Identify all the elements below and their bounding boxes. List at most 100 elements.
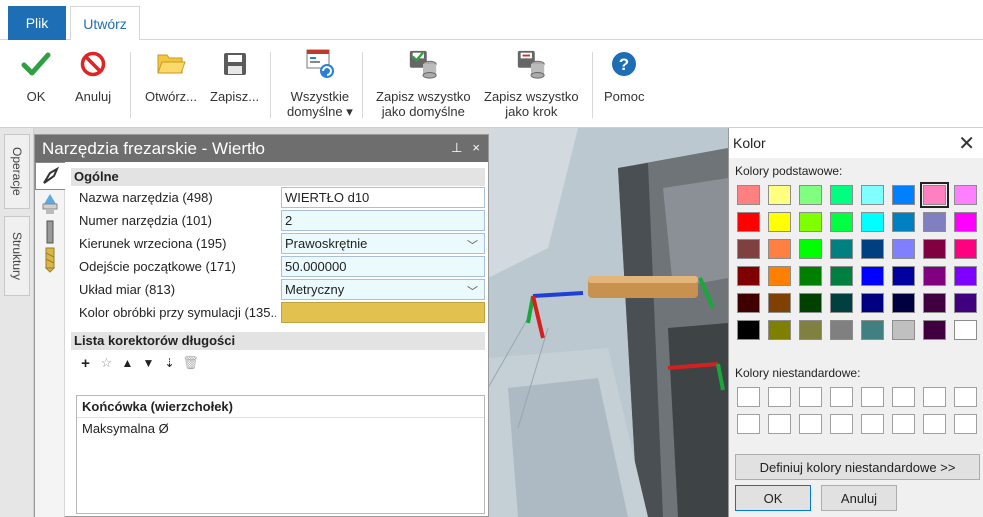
basic-color-swatch[interactable] <box>861 239 884 259</box>
open-button[interactable]: Otwórz... <box>145 48 197 104</box>
units-select[interactable]: Metryczny ﹀ <box>281 279 485 300</box>
tool-general-icon[interactable] <box>35 162 65 190</box>
tab-file[interactable]: Plik <box>8 6 66 40</box>
move-up-icon[interactable]: ▲ <box>119 356 136 370</box>
dialog-cancel-button[interactable]: Anuluj <box>821 485 897 511</box>
basic-color-swatch[interactable] <box>892 239 915 259</box>
custom-color-swatch[interactable] <box>923 387 946 407</box>
basic-color-swatch[interactable] <box>737 185 760 205</box>
save-all-step-button[interactable]: Zapisz wszystko jako krok <box>484 48 579 119</box>
custom-color-swatch[interactable] <box>892 414 915 434</box>
custom-color-swatch[interactable] <box>799 387 822 407</box>
basic-color-swatch[interactable] <box>923 266 946 286</box>
custom-color-swatch[interactable] <box>923 414 946 434</box>
basic-color-swatch[interactable] <box>861 320 884 340</box>
basic-color-swatch[interactable] <box>830 239 853 259</box>
basic-color-swatch[interactable] <box>768 266 791 286</box>
basic-color-swatch[interactable] <box>954 293 977 313</box>
basic-color-swatch[interactable] <box>737 212 760 232</box>
basic-color-swatch[interactable] <box>892 212 915 232</box>
custom-color-swatch[interactable] <box>830 387 853 407</box>
basic-color-swatch[interactable] <box>861 185 884 205</box>
basic-color-swatch[interactable] <box>768 185 791 205</box>
length-offset-list[interactable]: Końcówka (wierzchołek) Maksymalna Ø <box>76 395 485 514</box>
save-button[interactable]: Zapisz... <box>210 48 259 104</box>
move-down-icon[interactable]: ▼ <box>140 356 157 370</box>
spindle-direction-select[interactable]: Prawoskrętnie ﹀ <box>281 233 485 254</box>
basic-color-swatch[interactable] <box>954 266 977 286</box>
basic-color-swatch[interactable] <box>892 320 915 340</box>
basic-color-swatch[interactable] <box>737 320 760 340</box>
basic-color-swatch[interactable] <box>830 185 853 205</box>
custom-color-swatch[interactable] <box>861 387 884 407</box>
basic-color-swatch[interactable] <box>768 320 791 340</box>
save-all-default-button[interactable]: Zapisz wszystko jako domyślne <box>376 48 471 119</box>
basic-color-swatch[interactable] <box>954 239 977 259</box>
tool-number-input[interactable]: 2 <box>281 210 485 231</box>
side-tab-operations[interactable]: Operacje <box>4 134 30 209</box>
basic-color-swatch[interactable] <box>892 266 915 286</box>
help-button[interactable]: ? Pomoc <box>604 48 644 104</box>
custom-color-swatch[interactable] <box>892 387 915 407</box>
define-custom-colors-button[interactable]: Definiuj kolory niestandardowe >> <box>735 454 980 480</box>
sort-icon[interactable]: ⇣ <box>161 356 178 370</box>
cancel-button[interactable]: Anuluj <box>75 48 111 104</box>
basic-color-swatch[interactable] <box>892 293 915 313</box>
tool-holder-icon[interactable] <box>35 190 65 218</box>
basic-color-swatch[interactable] <box>737 239 760 259</box>
basic-color-swatch[interactable] <box>861 293 884 313</box>
custom-color-swatch[interactable] <box>737 414 760 434</box>
all-defaults-dropdown[interactable]: Wszystkie domyślne ▾ <box>287 48 353 119</box>
delete-icon[interactable]: 🗑 <box>182 355 199 371</box>
custom-color-swatch[interactable] <box>830 414 853 434</box>
add-icon[interactable]: + <box>77 355 94 372</box>
basic-color-swatch[interactable] <box>799 266 822 286</box>
side-tab-structures[interactable]: Struktury <box>4 216 30 296</box>
dialog-ok-button[interactable]: OK <box>735 485 811 511</box>
start-clearance-input[interactable]: 50.000000 <box>281 256 485 277</box>
star-icon[interactable]: ☆ <box>98 355 115 371</box>
ok-button[interactable]: OK <box>20 48 52 104</box>
basic-color-swatch[interactable] <box>861 266 884 286</box>
basic-color-swatch[interactable] <box>920 182 949 208</box>
basic-color-swatch[interactable] <box>830 293 853 313</box>
list-item[interactable]: Maksymalna Ø <box>77 418 484 439</box>
tab-create[interactable]: Utwórz <box>70 6 140 41</box>
basic-color-swatch[interactable] <box>954 320 977 340</box>
basic-color-swatch[interactable] <box>861 212 884 232</box>
close-icon[interactable]: ✕ <box>958 131 975 156</box>
tool-name-input[interactable]: WIERTŁO d10 <box>281 187 485 208</box>
basic-color-swatch[interactable] <box>799 185 822 205</box>
basic-color-swatch[interactable] <box>737 266 760 286</box>
basic-color-swatch[interactable] <box>799 320 822 340</box>
basic-color-swatch[interactable] <box>768 239 791 259</box>
basic-color-swatch[interactable] <box>737 293 760 313</box>
custom-color-swatch[interactable] <box>768 414 791 434</box>
basic-color-swatch[interactable] <box>799 212 822 232</box>
basic-color-swatch[interactable] <box>892 185 915 205</box>
custom-color-swatch[interactable] <box>768 387 791 407</box>
pin-icon[interactable]: ⊥ <box>451 140 462 156</box>
basic-color-swatch[interactable] <box>799 239 822 259</box>
drill-bit-icon[interactable] <box>35 246 65 274</box>
basic-color-swatch[interactable] <box>768 212 791 232</box>
basic-color-swatch[interactable] <box>923 212 946 232</box>
custom-color-swatch[interactable] <box>799 414 822 434</box>
basic-color-swatch[interactable] <box>830 266 853 286</box>
basic-color-swatch[interactable] <box>923 320 946 340</box>
custom-color-swatch[interactable] <box>861 414 884 434</box>
tool-shank-icon[interactable] <box>35 218 65 246</box>
basic-color-swatch[interactable] <box>830 320 853 340</box>
close-icon[interactable]: × <box>472 140 480 156</box>
basic-color-swatch[interactable] <box>799 293 822 313</box>
sim-color-swatch[interactable] <box>281 302 485 323</box>
basic-color-swatch[interactable] <box>954 185 977 205</box>
custom-color-swatch[interactable] <box>954 414 977 434</box>
basic-color-swatch[interactable] <box>830 212 853 232</box>
basic-color-swatch[interactable] <box>954 212 977 232</box>
custom-color-swatch[interactable] <box>954 387 977 407</box>
basic-color-swatch[interactable] <box>768 293 791 313</box>
basic-color-swatch[interactable] <box>923 239 946 259</box>
custom-color-swatch[interactable] <box>737 387 760 407</box>
3d-viewport[interactable] <box>488 128 728 517</box>
